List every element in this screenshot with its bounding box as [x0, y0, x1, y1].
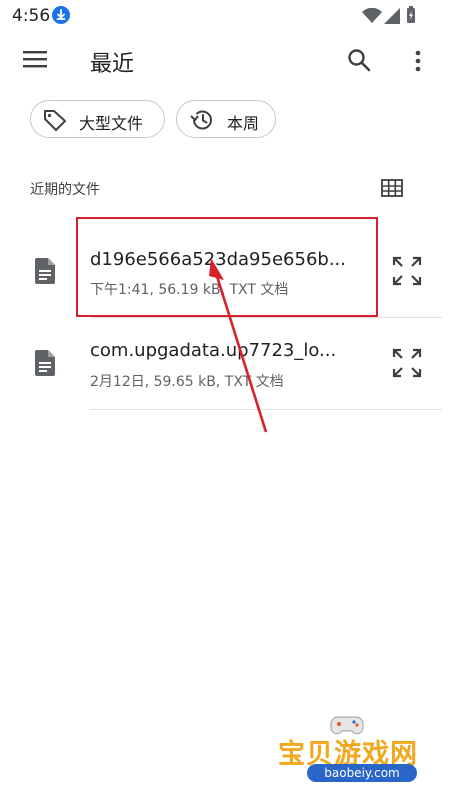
watermark-url: baobeiy.com — [307, 764, 417, 782]
annotation-arrow — [209, 258, 268, 433]
